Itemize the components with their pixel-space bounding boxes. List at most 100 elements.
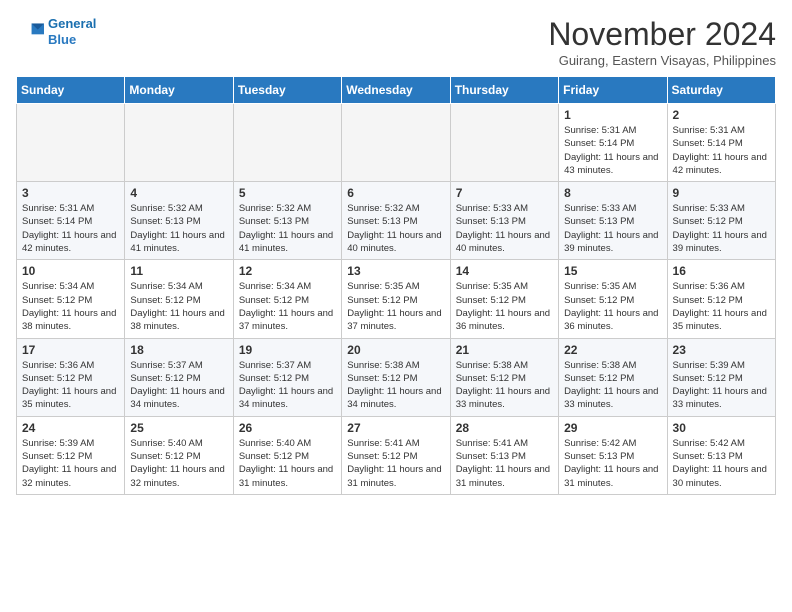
day-number: 28 [456, 421, 553, 435]
day-number: 2 [673, 108, 770, 122]
day-info: Sunrise: 5:41 AMSunset: 5:12 PMDaylight:… [347, 437, 444, 490]
calendar-cell: 24Sunrise: 5:39 AMSunset: 5:12 PMDayligh… [17, 416, 125, 494]
page-header: General Blue November 2024 Guirang, East… [16, 16, 776, 68]
day-number: 8 [564, 186, 661, 200]
day-info: Sunrise: 5:31 AMSunset: 5:14 PMDaylight:… [22, 202, 119, 255]
calendar-cell [233, 104, 341, 182]
calendar-cell [125, 104, 233, 182]
day-info: Sunrise: 5:33 AMSunset: 5:13 PMDaylight:… [456, 202, 553, 255]
day-info: Sunrise: 5:37 AMSunset: 5:12 PMDaylight:… [239, 359, 336, 412]
day-number: 4 [130, 186, 227, 200]
day-number: 26 [239, 421, 336, 435]
calendar-cell: 15 Sunrise: 5:35 AMSunset: 5:12 PMDayligh… [559, 260, 667, 338]
day-info: Sunrise: 5:35 AMSunset: 5:12 PMDaylight:… [456, 280, 553, 333]
day-number: 13 [347, 264, 444, 278]
calendar-cell: 22 Sunrise: 5:38 AMSunset: 5:12 PMDayligh… [559, 338, 667, 416]
day-info: Sunrise: 5:34 AMSunset: 5:12 PMDaylight:… [22, 280, 119, 333]
calendar-cell: 13 Sunrise: 5:35 AMSunset: 5:12 PMDayligh… [342, 260, 450, 338]
calendar-cell: 1Sunrise: 5:31 AMSunset: 5:14 PMDaylight… [559, 104, 667, 182]
calendar-week-1: 1 Sunrise: 5:31 AMSunset: 5:14 PMDaylight… [17, 104, 776, 182]
day-info: Sunrise: 5:39 AMSunset: 5:12 PMDaylight:… [673, 359, 770, 412]
title-block: November 2024 Guirang, Eastern Visayas, … [548, 16, 776, 68]
calendar-cell: 4 Sunrise: 5:32 AMSunset: 5:13 PMDaylight… [125, 182, 233, 260]
calendar-cell: 30 Sunrise: 5:42 AMSunset: 5:13 PMDayligh… [667, 416, 775, 494]
day-number: 17 [22, 343, 119, 357]
calendar-cell: 9 Sunrise: 5:33 AMSunset: 5:12 PMDaylight… [667, 182, 775, 260]
calendar-cell: 8 Sunrise: 5:33 AMSunset: 5:13 PMDaylight… [559, 182, 667, 260]
calendar-cell: 10 Sunrise: 5:34 AMSunset: 5:12 PMDayligh… [17, 260, 125, 338]
day-number: 22 [564, 343, 661, 357]
calendar-cell: 29 Sunrise: 5:42 AMSunset: 5:13 PMDayligh… [559, 416, 667, 494]
calendar-table: SundayMondayTuesdayWednesdayThursdayFrid… [16, 76, 776, 495]
calendar-cell: 6 Sunrise: 5:32 AMSunset: 5:13 PMDaylight… [342, 182, 450, 260]
day-info: Sunrise: 5:42 AMSunset: 5:13 PMDaylight:… [564, 437, 661, 490]
day-info: Sunrise: 5:33 AMSunset: 5:12 PMDaylight:… [673, 202, 770, 255]
day-info: Sunrise: 5:32 AMSunset: 5:13 PMDaylight:… [130, 202, 227, 255]
calendar-cell [342, 104, 450, 182]
calendar-cell: 20Sunrise: 5:38 AMSunset: 5:12 PMDayligh… [342, 338, 450, 416]
day-number: 15 [564, 264, 661, 278]
calendar-week-2: 3 Sunrise: 5:31 AMSunset: 5:14 PMDaylight… [17, 182, 776, 260]
day-info: Sunrise: 5:31 AMSunset: 5:14 PMDaylight:… [673, 124, 770, 177]
day-number: 30 [673, 421, 770, 435]
day-info: Sunrise: 5:36 AMSunset: 5:12 PMDaylight:… [22, 359, 119, 412]
day-number: 9 [673, 186, 770, 200]
day-number: 25 [130, 421, 227, 435]
location-subtitle: Guirang, Eastern Visayas, Philippines [548, 53, 776, 68]
day-info: Sunrise: 5:40 AMSunset: 5:12 PMDaylight:… [239, 437, 336, 490]
logo-icon [16, 20, 44, 44]
day-number: 11 [130, 264, 227, 278]
calendar-cell: 7 Sunrise: 5:33 AMSunset: 5:13 PMDaylight… [450, 182, 558, 260]
logo-text: General Blue [48, 16, 96, 47]
day-info: Sunrise: 5:41 AMSunset: 5:13 PMDaylight:… [456, 437, 553, 490]
calendar-cell: 23 Sunrise: 5:39 AMSunset: 5:12 PMDayligh… [667, 338, 775, 416]
weekday-header-sunday: Sunday [17, 77, 125, 104]
calendar-cell: 26 Sunrise: 5:40 AMSunset: 5:12 PMDayligh… [233, 416, 341, 494]
day-number: 5 [239, 186, 336, 200]
day-number: 16 [673, 264, 770, 278]
day-info: Sunrise: 5:40 AMSunset: 5:12 PMDaylight:… [130, 437, 227, 490]
calendar-cell: 14 Sunrise: 5:35 AMSunset: 5:12 PMDayligh… [450, 260, 558, 338]
day-info: Sunrise: 5:34 AMSunset: 5:12 PMDaylight:… [239, 280, 336, 333]
day-number: 21 [456, 343, 553, 357]
weekday-header-wednesday: Wednesday [342, 77, 450, 104]
day-number: 14 [456, 264, 553, 278]
calendar-cell: 5Sunrise: 5:32 AMSunset: 5:13 PMDaylight… [233, 182, 341, 260]
day-number: 29 [564, 421, 661, 435]
calendar-cell [450, 104, 558, 182]
day-info: Sunrise: 5:36 AMSunset: 5:12 PMDaylight:… [673, 280, 770, 333]
day-info: Sunrise: 5:32 AMSunset: 5:13 PMDaylight:… [347, 202, 444, 255]
calendar-cell: 12 Sunrise: 5:34 AMSunset: 5:12 PMDayligh… [233, 260, 341, 338]
calendar-cell: 21 Sunrise: 5:38 AMSunset: 5:12 PMDayligh… [450, 338, 558, 416]
day-info: Sunrise: 5:38 AMSunset: 5:12 PMDaylight:… [564, 359, 661, 412]
calendar-cell: 25 Sunrise: 5:40 AMSunset: 5:12 PMDayligh… [125, 416, 233, 494]
day-number: 20 [347, 343, 444, 357]
day-number: 23 [673, 343, 770, 357]
day-number: 3 [22, 186, 119, 200]
day-info: Sunrise: 5:35 AMSunset: 5:12 PMDaylight:… [347, 280, 444, 333]
day-info: Sunrise: 5:33 AMSunset: 5:13 PMDaylight:… [564, 202, 661, 255]
day-number: 1 [564, 108, 661, 122]
day-number: 27 [347, 421, 444, 435]
month-title: November 2024 [548, 16, 776, 53]
day-number: 12 [239, 264, 336, 278]
day-info: Sunrise: 5:42 AMSunset: 5:13 PMDaylight:… [673, 437, 770, 490]
calendar-week-5: 24Sunrise: 5:39 AMSunset: 5:12 PMDayligh… [17, 416, 776, 494]
day-number: 7 [456, 186, 553, 200]
day-number: 18 [130, 343, 227, 357]
day-info: Sunrise: 5:38 AMSunset: 5:12 PMDaylight:… [456, 359, 553, 412]
weekday-header-tuesday: Tuesday [233, 77, 341, 104]
day-info: Sunrise: 5:35 AMSunset: 5:12 PMDaylight:… [564, 280, 661, 333]
day-number: 10 [22, 264, 119, 278]
day-number: 24 [22, 421, 119, 435]
calendar-week-3: 10 Sunrise: 5:34 AMSunset: 5:12 PMDayligh… [17, 260, 776, 338]
weekday-header-saturday: Saturday [667, 77, 775, 104]
calendar-cell: 11 Sunrise: 5:34 AMSunset: 5:12 PMDayligh… [125, 260, 233, 338]
logo: General Blue [16, 16, 96, 47]
calendar-cell: 3 Sunrise: 5:31 AMSunset: 5:14 PMDaylight… [17, 182, 125, 260]
calendar-cell: 2 Sunrise: 5:31 AMSunset: 5:14 PMDaylight… [667, 104, 775, 182]
day-info: Sunrise: 5:37 AMSunset: 5:12 PMDaylight:… [130, 359, 227, 412]
day-number: 6 [347, 186, 444, 200]
day-number: 19 [239, 343, 336, 357]
day-info: Sunrise: 5:34 AMSunset: 5:12 PMDaylight:… [130, 280, 227, 333]
